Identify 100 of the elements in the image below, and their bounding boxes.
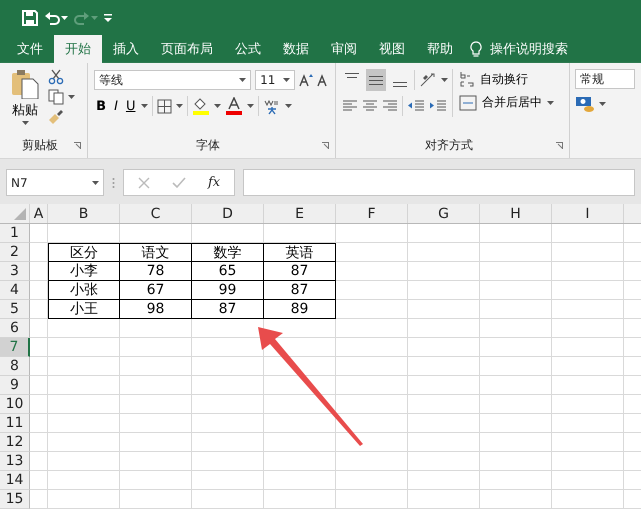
caret-icon — [91, 16, 98, 20]
grow-font-icon[interactable] — [299, 73, 314, 87]
ribbon-tab[interactable]: 审阅 — [320, 35, 368, 63]
caret-icon — [285, 104, 292, 108]
bold-button[interactable]: B — [94, 98, 108, 114]
column-header[interactable]: A — [30, 204, 48, 223]
merge-cells-icon — [459, 94, 478, 110]
row-header[interactable]: 12 — [0, 433, 30, 452]
align-lines-icon — [368, 76, 384, 84]
fill-color-icon[interactable] — [192, 97, 210, 115]
ribbon-tab[interactable]: 插入 — [102, 35, 150, 63]
row-header[interactable]: 7 — [0, 338, 30, 357]
row-header[interactable]: 11 — [0, 414, 30, 433]
table-cell: 78 — [120, 262, 192, 281]
table-cell: 小王 — [48, 300, 120, 319]
row-header[interactable]: 10 — [0, 395, 30, 414]
insert-function-button[interactable]: fx — [208, 175, 220, 190]
more-icon — [112, 176, 115, 188]
ribbon-tab[interactable]: 公式 — [224, 35, 272, 63]
align-lines-icon — [392, 82, 408, 87]
column-header[interactable]: D — [192, 204, 264, 223]
column-header[interactable]: C — [120, 204, 192, 223]
ribbon-tab[interactable]: 数据 — [272, 35, 320, 63]
row-header[interactable]: 8 — [0, 357, 30, 376]
column-header[interactable]: F — [336, 204, 408, 223]
font-color-icon[interactable] — [225, 97, 244, 115]
row-header[interactable]: 1 — [0, 224, 30, 243]
table-cell: 89 — [264, 300, 336, 319]
number-format-field[interactable]: 常规 — [575, 69, 635, 89]
ribbon-tab[interactable]: 帮助 — [416, 35, 464, 63]
shrink-font-icon[interactable] — [317, 73, 330, 87]
align-center-icon[interactable] — [362, 99, 378, 113]
check-icon[interactable] — [172, 176, 186, 188]
caret-icon — [92, 180, 99, 184]
caret-icon — [247, 104, 254, 108]
table-cell: 99 — [192, 281, 264, 300]
paste-button[interactable]: 粘贴 — [6, 69, 44, 125]
caret-icon — [22, 121, 28, 125]
increase-indent-icon[interactable] — [429, 99, 448, 113]
dialog-launcher-icon[interactable] — [322, 142, 330, 149]
group-label: 对齐方式 — [424, 137, 474, 154]
table-cell: 87 — [264, 281, 336, 300]
column-header[interactable]: E — [264, 204, 336, 223]
merge-center-button[interactable]: 合并后居中 — [457, 93, 556, 112]
vertical-align-button[interactable] — [366, 69, 386, 91]
table-cell: 英语 — [264, 243, 336, 262]
column-header[interactable]: G — [408, 204, 480, 223]
table-cell: 87 — [192, 300, 264, 319]
table-cell: 65 — [192, 262, 264, 281]
row-header[interactable]: 3 — [0, 262, 30, 281]
currency-icon[interactable] — [575, 95, 595, 113]
formula-field[interactable] — [243, 169, 635, 196]
caret-icon — [283, 78, 290, 82]
ribbon-tab[interactable]: 文件 — [6, 35, 54, 63]
caret-icon — [141, 104, 148, 108]
row-header[interactable]: 13 — [0, 452, 30, 471]
column-header[interactable]: B — [48, 204, 120, 223]
dialog-launcher-icon[interactable] — [74, 142, 82, 149]
table-cell: 区分 — [48, 243, 120, 262]
scissors-icon[interactable] — [48, 69, 64, 85]
ribbon-tab[interactable]: 开始 — [54, 35, 102, 63]
align-left-icon[interactable] — [342, 99, 358, 113]
table-cell: 67 — [120, 281, 192, 300]
name-box[interactable]: N7 — [6, 169, 104, 196]
caret-icon — [599, 102, 606, 106]
wrap-text-button[interactable]: 自动换行 — [457, 69, 556, 89]
clipboard-icon — [10, 69, 40, 99]
ribbon-tab[interactable]: 页面布局 — [150, 35, 224, 63]
table-cell: 数学 — [192, 243, 264, 262]
dialog-launcher-icon[interactable] — [556, 142, 563, 149]
font-name-field[interactable]: 等线 — [94, 70, 252, 90]
format-painter-icon[interactable] — [48, 109, 64, 125]
row-header[interactable]: 2 — [0, 243, 30, 262]
row-header[interactable]: 6 — [0, 319, 30, 338]
align-right-icon[interactable] — [382, 99, 398, 113]
copy-icon[interactable] — [48, 89, 64, 105]
font-size-field[interactable]: 11 — [255, 70, 296, 90]
column-header[interactable]: I — [552, 204, 624, 223]
tell-me-search[interactable]: 操作说明搜索 — [490, 40, 568, 58]
table-cell: 小张 — [48, 281, 120, 300]
decrease-indent-icon[interactable] — [407, 99, 426, 113]
save-icon[interactable] — [20, 8, 40, 26]
row-header[interactable]: 15 — [0, 490, 30, 509]
table-cell: 87 — [264, 262, 336, 281]
caret-icon — [214, 104, 222, 108]
caret-icon — [547, 100, 554, 104]
italic-button[interactable]: I — [112, 98, 120, 114]
column-header[interactable]: H — [480, 204, 552, 223]
borders-icon[interactable] — [157, 98, 172, 114]
customize-icon[interactable] — [102, 12, 114, 22]
row-header[interactable]: 14 — [0, 471, 30, 490]
row-header[interactable]: 9 — [0, 376, 30, 395]
lightbulb-icon — [470, 40, 482, 58]
underline-button[interactable]: U — [124, 98, 138, 114]
align-lines-icon — [344, 73, 360, 78]
ribbon-tab[interactable]: 视图 — [368, 35, 416, 63]
wrap-text-icon — [459, 70, 476, 88]
orientation-icon[interactable] — [419, 72, 438, 88]
row-header[interactable]: 4 — [0, 281, 30, 300]
row-header[interactable]: 5 — [0, 300, 30, 319]
